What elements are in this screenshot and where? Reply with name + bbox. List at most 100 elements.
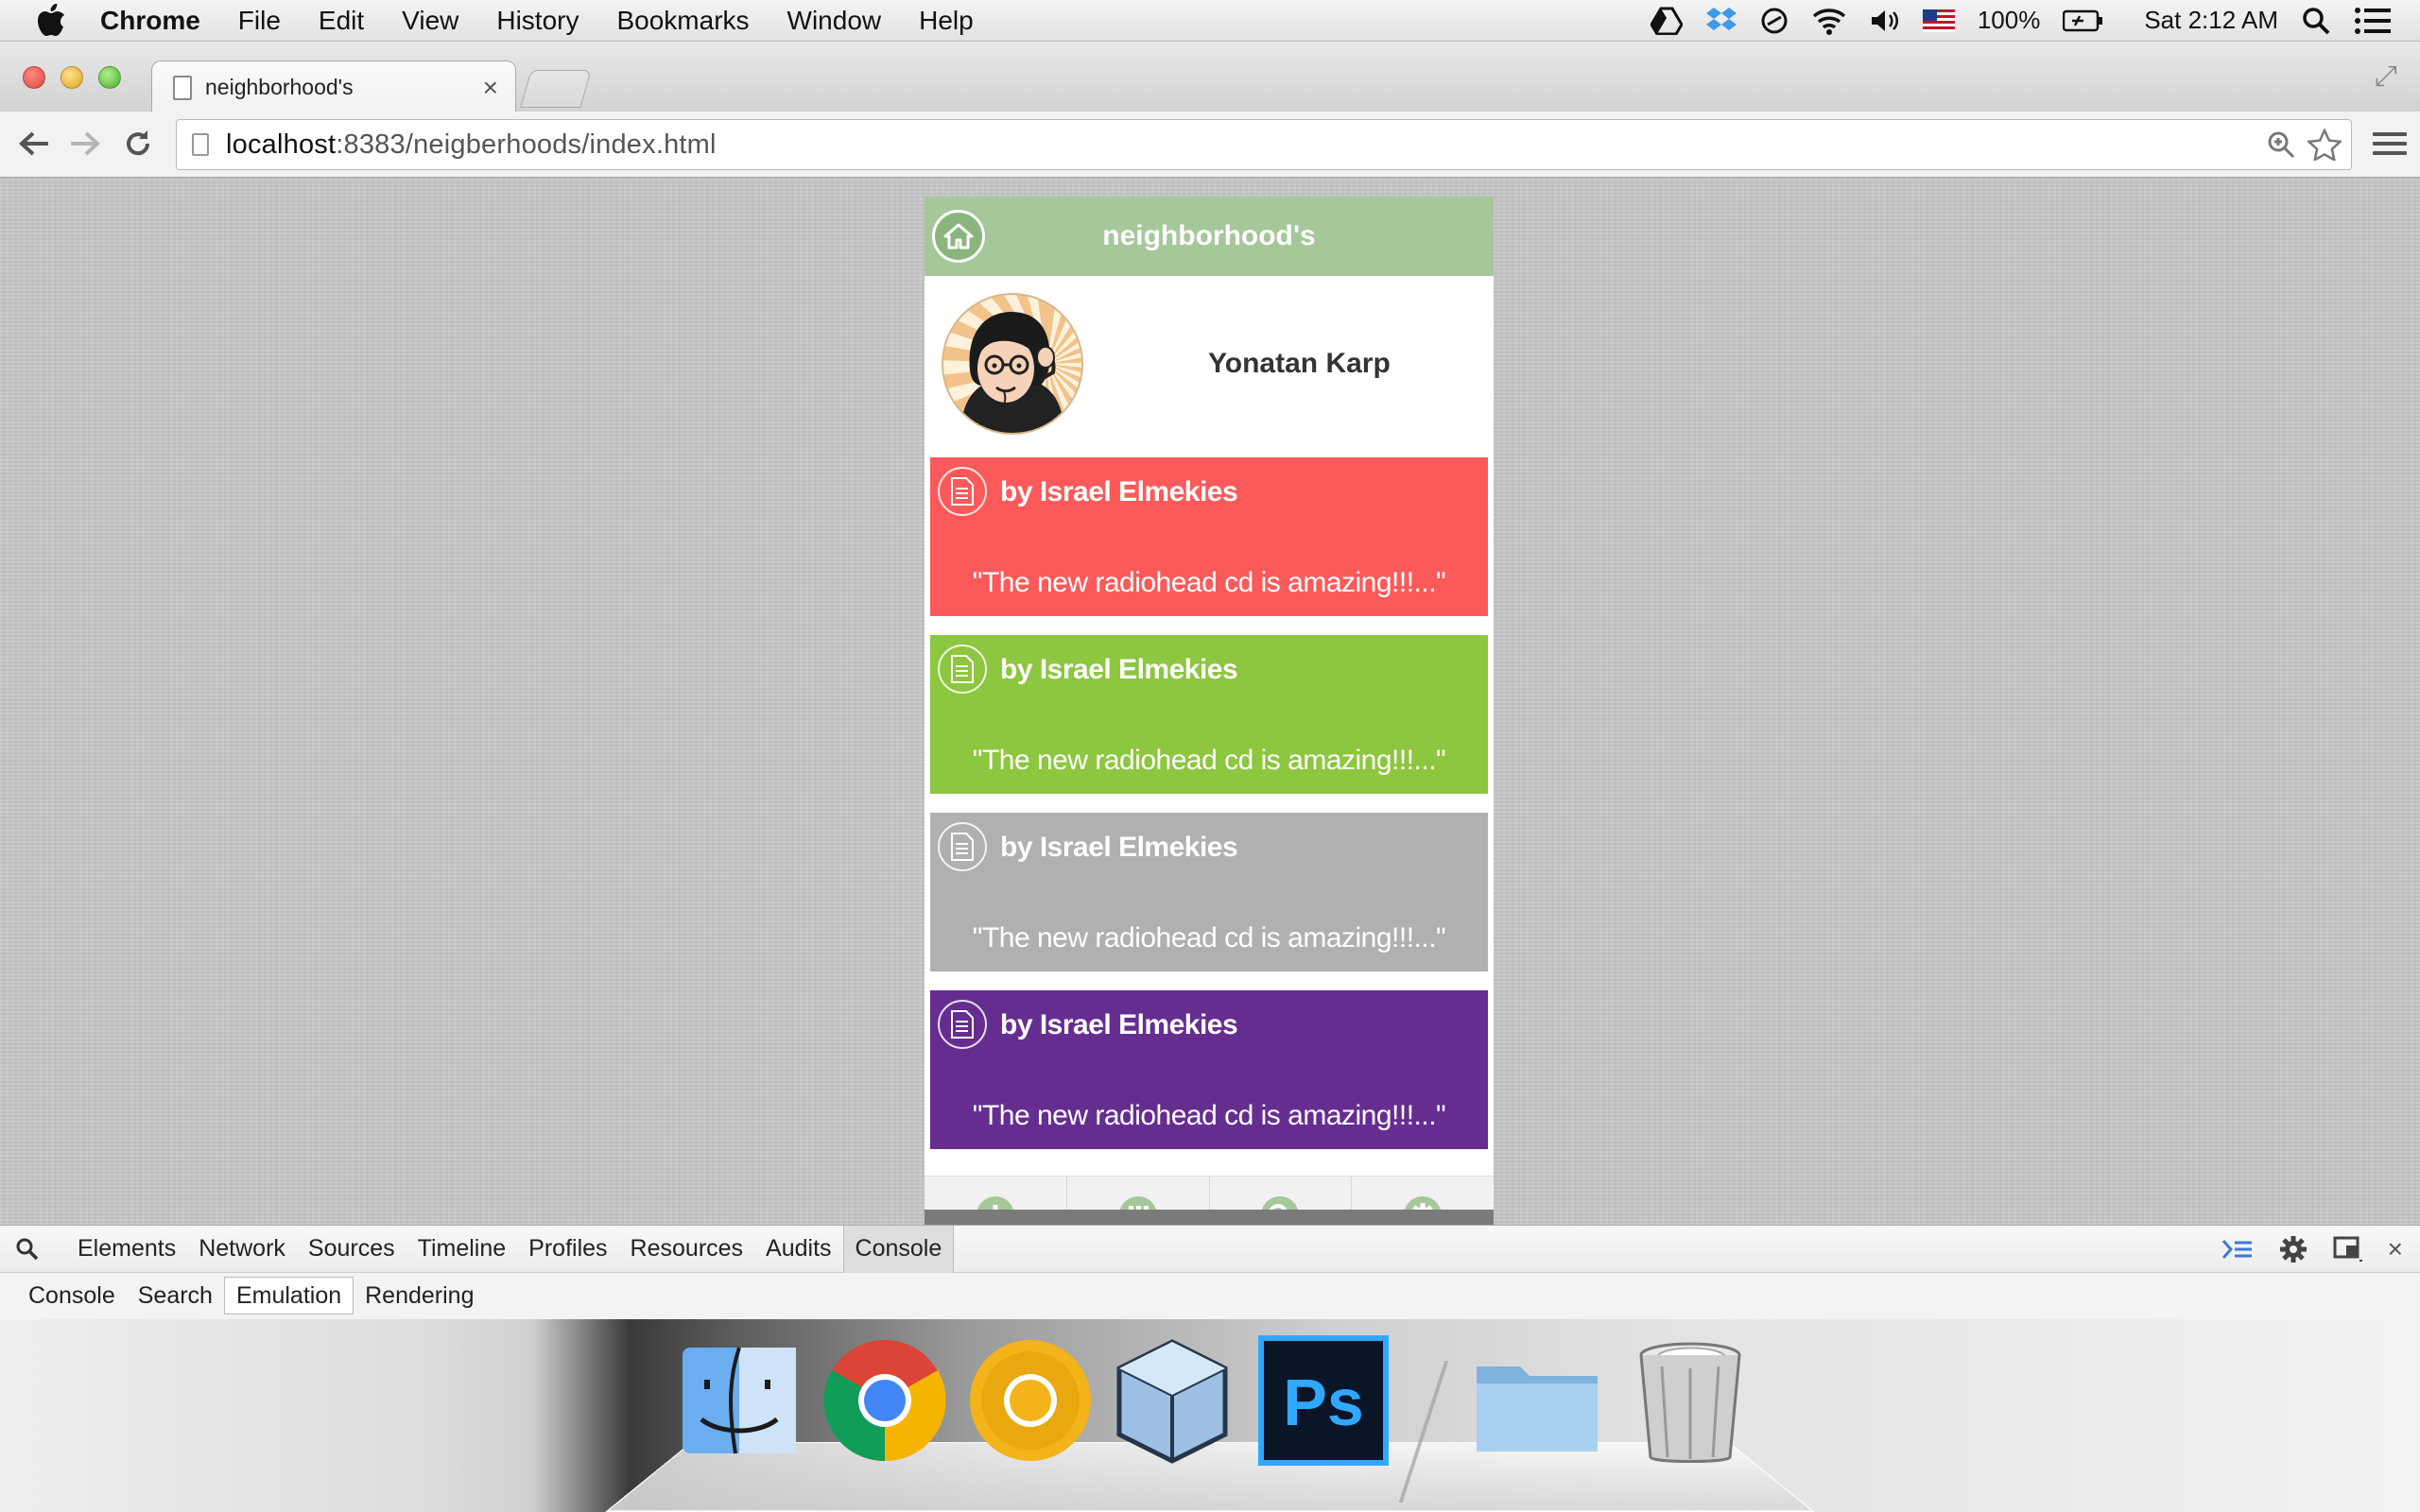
google-drive-icon[interactable] xyxy=(1650,7,1683,35)
chrome-canary-icon[interactable] xyxy=(964,1334,1097,1467)
url-path: :8383/neigberhoods/index.html xyxy=(336,129,717,160)
sync-icon[interactable] xyxy=(1760,7,1789,35)
drawer-tab-emulation[interactable]: Emulation xyxy=(223,1277,354,1314)
home-button[interactable] xyxy=(932,210,985,263)
omnibox-actions xyxy=(2266,129,2351,161)
back-button[interactable] xyxy=(13,123,55,164)
document-icon xyxy=(938,467,987,516)
devtools-tab-resources[interactable]: Resources xyxy=(619,1226,755,1273)
photoshop-icon[interactable]: Ps xyxy=(1257,1334,1390,1467)
notification-center-icon[interactable] xyxy=(2354,7,2392,35)
forward-button[interactable] xyxy=(64,123,106,164)
post-author: by Israel Elmekies xyxy=(1000,1009,1238,1040)
document-icon xyxy=(938,822,987,871)
post-excerpt: "The new radiohead cd is amazing!!!..." xyxy=(972,1100,1446,1131)
post-list: by Israel Elmekies "The new radiohead cd… xyxy=(925,457,1494,1168)
drawer-tab-console[interactable]: Console xyxy=(17,1277,127,1314)
page-viewport: neighborhood's Yonatan Karp by Israel El… xyxy=(0,178,2420,1225)
dropbox-icon[interactable] xyxy=(1705,6,1737,36)
post-author: by Israel Elmekies xyxy=(1000,654,1238,685)
fullscreen-icon[interactable]: ⤢ xyxy=(2375,60,2397,93)
page-favicon-icon xyxy=(173,75,192,100)
menu-view[interactable]: View xyxy=(402,6,458,36)
battery-percentage: 100% xyxy=(1977,6,2041,34)
url-text: localhost:8383/neigberhoods/index.html xyxy=(226,129,717,161)
devtools-tab-elements[interactable]: Elements xyxy=(66,1226,187,1273)
devtools-tabs: Elements Network Sources Timeline Profil… xyxy=(0,1225,2420,1273)
chrome-menu-button[interactable] xyxy=(2373,127,2407,161)
menu-bookmarks[interactable]: Bookmarks xyxy=(616,6,749,36)
app-title: neighborhood's xyxy=(1102,220,1316,251)
menu-app-chrome[interactable]: Chrome xyxy=(100,6,200,36)
url-host: localhost xyxy=(226,129,337,160)
mobile-app: neighborhood's Yonatan Karp by Israel El… xyxy=(925,197,1494,1225)
apple-menu-icon[interactable] xyxy=(36,3,74,38)
menu-window[interactable]: Window xyxy=(787,6,882,36)
menu-file[interactable]: File xyxy=(238,6,281,36)
forward-arrow-icon xyxy=(71,131,100,156)
volume-icon[interactable] xyxy=(1870,8,1900,34)
trash-icon[interactable] xyxy=(1624,1334,1756,1467)
virtualbox-cube-icon[interactable] xyxy=(1106,1334,1238,1467)
devtools-tab-network[interactable]: Network xyxy=(187,1226,297,1273)
tab-close-icon[interactable]: × xyxy=(483,73,498,103)
show-drawer-icon[interactable] xyxy=(2221,1237,2254,1262)
battery-icon[interactable] xyxy=(2063,9,2104,32)
document-icon xyxy=(938,1000,987,1049)
document-icon xyxy=(938,644,987,694)
avatar-cartoon-icon xyxy=(960,312,1064,433)
inspect-search-icon[interactable] xyxy=(15,1237,53,1262)
us-flag-icon[interactable] xyxy=(1922,9,1955,32)
address-bar[interactable]: localhost:8383/neigberhoods/index.html xyxy=(176,119,2352,170)
menu-history[interactable]: History xyxy=(496,6,579,36)
reload-button[interactable] xyxy=(117,123,159,164)
profile-name: Yonatan Karp xyxy=(1208,348,1391,379)
app-header: neighborhood's xyxy=(925,197,1494,276)
folder-icon[interactable] xyxy=(1471,1334,1603,1467)
bookmark-star-icon[interactable] xyxy=(2308,129,2342,161)
devtools-tab-sources[interactable]: Sources xyxy=(297,1226,406,1273)
browser-tab[interactable]: neighborhood's × xyxy=(151,60,516,113)
post-card[interactable]: by Israel Elmekies "The new radiohead cd… xyxy=(930,990,1488,1149)
post-card[interactable]: by Israel Elmekies "The new radiohead cd… xyxy=(930,457,1488,616)
wifi-icon[interactable] xyxy=(1811,7,1847,35)
spotlight-search-icon[interactable] xyxy=(2301,6,2331,36)
menu-bar: Chrome File Edit View History Bookmarks … xyxy=(0,0,2420,42)
devtools-panel: Elements Network Sources Timeline Profil… xyxy=(0,1225,2420,1319)
chrome-app-icon[interactable] xyxy=(819,1334,951,1467)
menu-help[interactable]: Help xyxy=(919,6,974,36)
post-card[interactable]: by Israel Elmekies "The new radiohead cd… xyxy=(930,813,1488,971)
tab-title: neighborhood's xyxy=(205,75,354,99)
drawer-tab-search[interactable]: Search xyxy=(127,1277,224,1314)
close-devtools-icon[interactable]: × xyxy=(2388,1234,2403,1264)
profile-section: Yonatan Karp xyxy=(925,276,1494,457)
devtools-tab-console[interactable]: Console xyxy=(842,1225,955,1273)
settings-gear-icon[interactable] xyxy=(2278,1234,2308,1264)
minimize-window-button[interactable] xyxy=(60,66,83,89)
maximize-window-button[interactable] xyxy=(98,66,121,89)
devtools-drawer-tabs: Console Search Emulation Rendering xyxy=(0,1273,2420,1318)
post-author: by Israel Elmekies xyxy=(1000,476,1238,507)
devtools-tab-audits[interactable]: Audits xyxy=(754,1226,842,1273)
menu-edit[interactable]: Edit xyxy=(319,6,364,36)
avatar[interactable] xyxy=(942,293,1083,435)
devtools-tab-timeline[interactable]: Timeline xyxy=(406,1226,518,1273)
post-card[interactable]: by Israel Elmekies "The new radiohead cd… xyxy=(930,635,1488,794)
tab-strip: neighborhood's × ⤢ xyxy=(0,42,2420,113)
status-area: 100% Sat 2:12 AM xyxy=(1650,6,2420,36)
post-excerpt: "The new radiohead cd is amazing!!!..." xyxy=(972,567,1446,598)
clock[interactable]: Sat 2:12 AM xyxy=(2144,6,2278,35)
svg-text:Ps: Ps xyxy=(1283,1366,1364,1439)
new-tab-button[interactable] xyxy=(520,70,592,108)
devtools-tab-profiles[interactable]: Profiles xyxy=(517,1226,618,1273)
reload-icon xyxy=(127,130,150,156)
page-info-icon[interactable] xyxy=(192,133,209,156)
drawer-tab-rendering[interactable]: Rendering xyxy=(354,1277,485,1314)
dock-side-icon[interactable] xyxy=(2333,1236,2363,1263)
browser-toolbar: localhost:8383/neigberhoods/index.html xyxy=(0,112,2420,178)
chrome-window: neighborhood's × ⤢ localhost:8383/neigbe… xyxy=(0,42,2420,1319)
zoom-icon[interactable] xyxy=(2266,129,2296,160)
close-window-button[interactable] xyxy=(23,66,45,89)
post-author: by Israel Elmekies xyxy=(1000,832,1238,863)
finder-icon[interactable] xyxy=(673,1334,805,1467)
